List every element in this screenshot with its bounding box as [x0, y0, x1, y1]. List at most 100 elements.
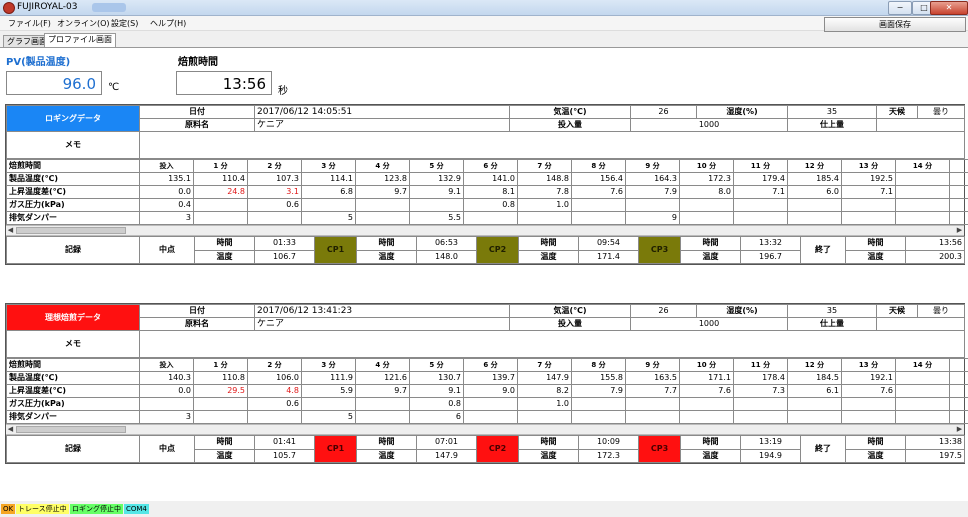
menu-help[interactable]: ヘルプ(H)	[150, 18, 186, 29]
gas-pressure-cell[interactable]	[139, 397, 194, 411]
gas-pressure-cell[interactable]	[679, 198, 734, 212]
ideal-cp3-badge[interactable]: CP3	[638, 435, 681, 463]
rise-temp-cell[interactable]: 9.7	[355, 185, 410, 199]
damper-cell[interactable]: 3	[139, 410, 194, 424]
gas-pressure-cell[interactable]	[841, 198, 896, 212]
logging-cp3-badge[interactable]: CP3	[638, 236, 681, 264]
rise-temp-cell[interactable]: 7.1	[841, 185, 896, 199]
scroll-thumb[interactable]	[16, 227, 126, 234]
product-temp-cell[interactable]: 192.1	[841, 371, 896, 385]
damper-cell[interactable]	[949, 410, 968, 424]
gas-pressure-cell[interactable]: 0.8	[409, 397, 464, 411]
rise-temp-cell[interactable]: 29.5	[193, 384, 248, 398]
damper-cell[interactable]	[463, 410, 518, 424]
product-temp-cell[interactable]: 107.3	[247, 172, 302, 186]
scroll-right-icon[interactable]: ▶	[955, 226, 964, 235]
product-temp-cell[interactable]: 155.8	[571, 371, 626, 385]
rise-temp-cell[interactable]: 4.8	[247, 384, 302, 398]
product-temp-cell[interactable]: 123.8	[355, 172, 410, 186]
rise-temp-cell[interactable]: 7.6	[571, 185, 626, 199]
gas-pressure-cell[interactable]	[463, 397, 518, 411]
rise-temp-cell[interactable]: 7.9	[625, 185, 680, 199]
rise-temp-cell[interactable]: 7.3	[733, 384, 788, 398]
rise-temp-cell[interactable]: 24.8	[193, 185, 248, 199]
damper-cell[interactable]	[733, 410, 788, 424]
product-temp-cell[interactable]: 163.5	[625, 371, 680, 385]
damper-cell[interactable]	[517, 410, 572, 424]
damper-cell[interactable]	[247, 410, 302, 424]
gas-pressure-cell[interactable]	[409, 198, 464, 212]
gas-pressure-cell[interactable]	[193, 198, 248, 212]
damper-cell[interactable]	[949, 211, 968, 225]
gas-pressure-cell[interactable]	[625, 198, 680, 212]
rise-temp-cell[interactable]	[949, 384, 968, 398]
scroll-thumb[interactable]	[16, 426, 126, 433]
damper-cell[interactable]	[733, 211, 788, 225]
product-temp-cell[interactable]: 135.1	[139, 172, 194, 186]
product-temp-cell[interactable]: 178.4	[733, 371, 788, 385]
product-temp-cell[interactable]: 185.4	[787, 172, 842, 186]
logging-cp2-badge[interactable]: CP2	[476, 236, 519, 264]
damper-cell[interactable]	[679, 410, 734, 424]
damper-cell[interactable]	[247, 211, 302, 225]
damper-cell[interactable]	[517, 211, 572, 225]
rise-temp-cell[interactable]: 0.0	[139, 384, 194, 398]
ideal-cp1-badge[interactable]: CP1	[314, 435, 357, 463]
rise-temp-cell[interactable]: 9.7	[355, 384, 410, 398]
product-temp-cell[interactable]: 179.4	[733, 172, 788, 186]
product-temp-cell[interactable]: 140.3	[139, 371, 194, 385]
gas-pressure-cell[interactable]	[355, 397, 410, 411]
damper-cell[interactable]	[355, 211, 410, 225]
damper-cell[interactable]	[625, 410, 680, 424]
save-screen-button[interactable]: 画面保存	[824, 17, 966, 32]
gas-pressure-cell[interactable]	[355, 198, 410, 212]
damper-cell[interactable]	[571, 410, 626, 424]
product-temp-cell[interactable]: 184.5	[787, 371, 842, 385]
rise-temp-cell[interactable]: 3.1	[247, 185, 302, 199]
close-button[interactable]: ✕	[930, 1, 968, 15]
gas-pressure-cell[interactable]	[895, 397, 950, 411]
product-temp-cell[interactable]: 156.4	[571, 172, 626, 186]
rise-temp-cell[interactable]: 9.1	[409, 384, 464, 398]
gas-pressure-cell[interactable]	[625, 397, 680, 411]
rise-temp-cell[interactable]: 8.1	[463, 185, 518, 199]
scroll-left-icon[interactable]: ◀	[6, 425, 15, 434]
damper-cell[interactable]	[895, 410, 950, 424]
gas-pressure-cell[interactable]: 0.8	[463, 198, 518, 212]
product-temp-cell[interactable]: 130.7	[409, 371, 464, 385]
product-temp-cell[interactable]: 114.1	[301, 172, 356, 186]
rise-temp-cell[interactable]: 8.2	[517, 384, 572, 398]
logging-weather[interactable]: 曇り	[917, 105, 965, 119]
product-temp-cell[interactable]: 106.0	[247, 371, 302, 385]
gas-pressure-cell[interactable]	[193, 397, 248, 411]
product-temp-cell[interactable]	[949, 172, 968, 186]
logging-air-temp[interactable]: 26	[630, 105, 697, 119]
product-temp-cell[interactable]: 139.7	[463, 371, 518, 385]
gas-pressure-cell[interactable]: 0.6	[247, 198, 302, 212]
rise-temp-cell[interactable]: 7.6	[679, 384, 734, 398]
rise-temp-cell[interactable]: 9.1	[409, 185, 464, 199]
damper-cell[interactable]	[463, 211, 518, 225]
gas-pressure-cell[interactable]	[679, 397, 734, 411]
rise-temp-cell[interactable]: 6.0	[787, 185, 842, 199]
logging-memo[interactable]	[139, 131, 965, 159]
rise-temp-cell[interactable]: 7.9	[571, 384, 626, 398]
tab-profile[interactable]: プロファイル画面	[44, 33, 116, 48]
rise-temp-cell[interactable]: 8.0	[679, 185, 734, 199]
rise-temp-cell[interactable]	[895, 384, 950, 398]
product-temp-cell[interactable]: 171.1	[679, 371, 734, 385]
menu-online[interactable]: オンライン(O)	[57, 18, 110, 29]
damper-cell[interactable]	[895, 211, 950, 225]
damper-cell[interactable]	[787, 410, 842, 424]
product-temp-cell[interactable]: 172.3	[679, 172, 734, 186]
damper-cell[interactable]: 5	[301, 410, 356, 424]
scroll-right-icon[interactable]: ▶	[955, 425, 964, 434]
damper-cell[interactable]	[841, 211, 896, 225]
damper-cell[interactable]: 3	[139, 211, 194, 225]
product-temp-cell[interactable]: 111.9	[301, 371, 356, 385]
logging-cp1-badge[interactable]: CP1	[314, 236, 357, 264]
product-temp-cell[interactable]: 110.4	[193, 172, 248, 186]
menu-file[interactable]: ファイル(F)	[8, 18, 51, 29]
logging-scrollbar[interactable]: ◀ ▶	[6, 225, 964, 236]
gas-pressure-cell[interactable]	[571, 397, 626, 411]
